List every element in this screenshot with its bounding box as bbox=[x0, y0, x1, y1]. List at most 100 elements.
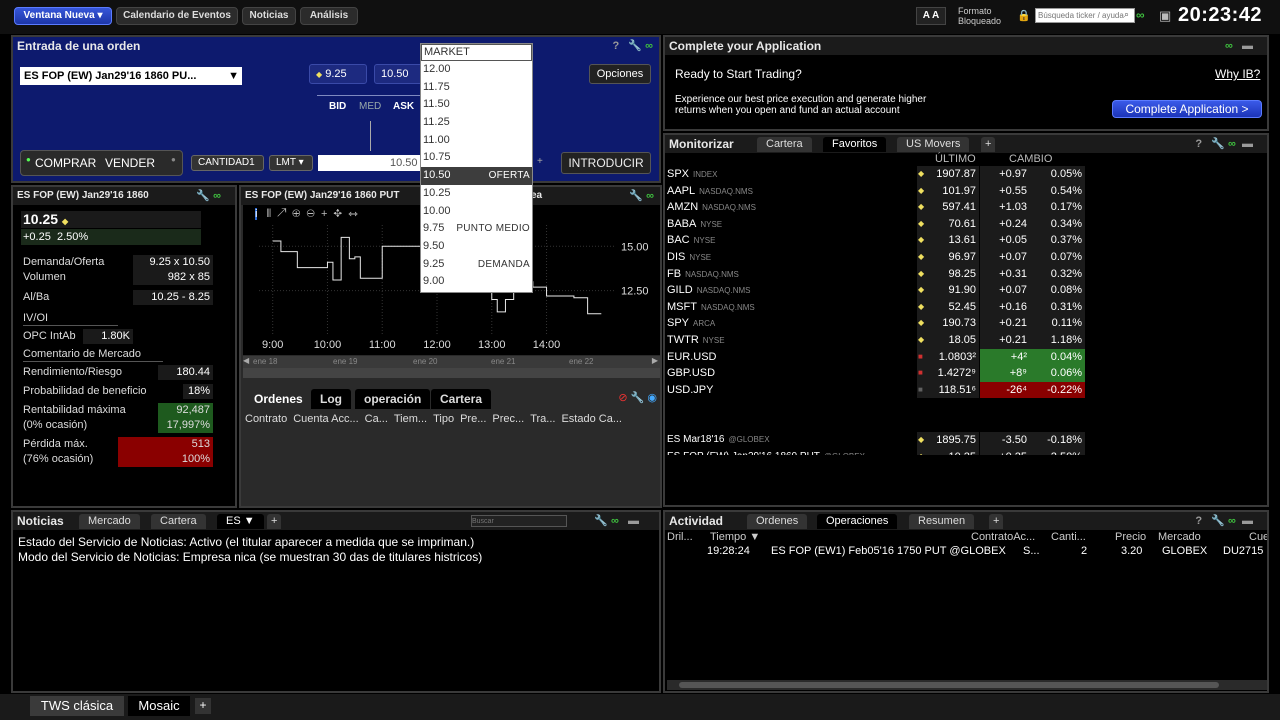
news-button[interactable]: Noticias bbox=[242, 7, 296, 25]
price-option[interactable]: 9.25 DEMANDA bbox=[421, 256, 532, 274]
tab-news-market[interactable]: Mercado bbox=[79, 514, 140, 529]
chart-date-navigator[interactable]: ◀ ene 18 ene 19 ene 20 ene 21 ene 22 ▶ bbox=[243, 356, 660, 368]
nav-left-icon[interactable]: ◀ bbox=[243, 356, 249, 365]
tab-news-portfolio[interactable]: Cartera bbox=[151, 514, 206, 529]
watchlist-row[interactable]: SPY ARCA 190.73 ◆ +0.21 0.11% bbox=[667, 315, 1086, 332]
link-icon[interactable]: ∞ bbox=[1225, 40, 1233, 52]
tab-log[interactable]: Log bbox=[311, 389, 351, 409]
ticker-search-input[interactable] bbox=[1035, 8, 1135, 23]
col-price[interactable]: Precio bbox=[1115, 531, 1146, 543]
price-option[interactable]: 11.50 bbox=[421, 96, 532, 114]
font-size-button[interactable]: A A bbox=[916, 7, 946, 25]
nav-right-icon[interactable]: ▶ bbox=[652, 356, 658, 365]
options-button[interactable]: Opciones bbox=[589, 64, 651, 84]
link-icon[interactable]: ∞ bbox=[646, 190, 654, 202]
col-drill[interactable]: Dril... bbox=[667, 531, 693, 543]
dropdown-market-option[interactable]: MARKET bbox=[421, 44, 532, 61]
price-option[interactable]: 11.00 bbox=[421, 132, 532, 150]
sell-button[interactable]: VENDER bbox=[105, 156, 155, 170]
price-option[interactable]: 11.25 bbox=[421, 114, 532, 132]
tab-activity-trades[interactable]: Operaciones bbox=[817, 514, 898, 529]
price-option[interactable]: 10.00 bbox=[421, 203, 532, 221]
watchlist-row[interactable]: FB NASDAQ.NMS 98.25 ◆ +0.31 0.32% bbox=[667, 265, 1086, 283]
window-tile-icon[interactable]: ▣ bbox=[1159, 8, 1171, 24]
plus-icon[interactable]: + bbox=[537, 156, 543, 167]
tab-portfolio[interactable]: Cartera bbox=[431, 389, 492, 409]
tab-trades[interactable]: operación bbox=[355, 389, 431, 409]
wrench-icon[interactable]: 🔧 bbox=[594, 515, 608, 527]
help-icon[interactable]: ? bbox=[1195, 138, 1202, 150]
tab-us-movers[interactable]: US Movers bbox=[897, 137, 970, 152]
price-option[interactable]: 10.75 bbox=[421, 149, 532, 167]
new-window-button[interactable]: Ventana Nueva ▾ bbox=[14, 7, 112, 25]
link-icon[interactable]: ∞ bbox=[1228, 515, 1236, 527]
help-icon[interactable]: ? bbox=[612, 40, 619, 52]
wrench-icon[interactable]: 🔧 bbox=[1211, 138, 1225, 150]
orders-column[interactable]: Tiem... bbox=[394, 413, 427, 425]
tab-activity-summary[interactable]: Resumen bbox=[909, 514, 975, 529]
price-option[interactable]: 10.25 bbox=[421, 185, 532, 203]
link-icon[interactable]: ∞ bbox=[645, 40, 653, 52]
quantity-field[interactable]: CANTIDAD1 bbox=[191, 155, 264, 171]
tab-favorites[interactable]: Favoritos bbox=[823, 137, 887, 152]
minimize-icon[interactable]: ▬ bbox=[628, 515, 639, 527]
wrench-icon[interactable]: 🔧 bbox=[631, 392, 645, 404]
price-option[interactable]: 12.00 bbox=[421, 61, 532, 79]
wrench-icon[interactable]: 🔧 bbox=[628, 40, 642, 52]
col-time[interactable]: Tiempo ▼ bbox=[710, 531, 760, 543]
wrench-icon[interactable]: 🔧 bbox=[196, 190, 210, 202]
buy-sell-toggle[interactable]: ● COMPRAR VENDER ● bbox=[20, 150, 183, 176]
price-option[interactable]: 9.75 PUNTO MEDIO bbox=[421, 220, 532, 238]
minimize-icon[interactable]: ▬ bbox=[1242, 138, 1253, 150]
watchlist-row[interactable]: BAC NYSE 13.61 ◆ +0.05 0.37% bbox=[667, 232, 1086, 249]
trade-row[interactable]: 19:28:24 ES FOP (EW1) Feb05'16 1750 PUT … bbox=[665, 545, 1267, 560]
bid-price-button[interactable]: ◆ 9.25 bbox=[309, 64, 367, 84]
link-icon[interactable]: ∞ bbox=[611, 515, 619, 527]
watchlist-row[interactable]: ES Mar18'16 @GLOBEX 1895.75 ◆ -3.50 -0.18% bbox=[667, 432, 1086, 449]
add-workspace-icon[interactable]: + bbox=[195, 698, 211, 714]
wrench-icon[interactable]: 🔧 bbox=[1211, 515, 1225, 527]
complete-application-button[interactable]: Complete Application > bbox=[1112, 100, 1262, 118]
scrollbar-thumb[interactable] bbox=[679, 682, 1219, 688]
news-search-input[interactable] bbox=[471, 515, 567, 527]
add-tab-icon[interactable]: + bbox=[267, 514, 282, 529]
link-icon[interactable]: ∞ bbox=[1136, 8, 1145, 22]
tab-activity-orders[interactable]: Ordenes bbox=[747, 514, 808, 529]
col-market[interactable]: Mercado bbox=[1158, 531, 1201, 543]
tab-classic-tws[interactable]: TWS clásica bbox=[30, 696, 124, 716]
orders-column[interactable]: Tipo bbox=[433, 413, 454, 425]
tab-orders[interactable]: Ordenes bbox=[245, 389, 312, 409]
watchlist-row[interactable]: DIS NYSE 96.97 ◆ +0.07 0.07% bbox=[667, 249, 1086, 266]
col-account[interactable]: Cue bbox=[1249, 531, 1267, 543]
price-dropdown[interactable]: MARKET 12.00 11.75 11.50 11.25 11.00 10.75 10.… bbox=[420, 43, 533, 293]
why-ib-link[interactable]: Why IB? bbox=[1215, 67, 1260, 81]
orders-column[interactable]: Pre... bbox=[460, 413, 486, 425]
minimize-icon[interactable]: ▬ bbox=[1242, 515, 1253, 527]
price-option[interactable]: 11.75 bbox=[421, 79, 532, 97]
analysis-button[interactable]: Análisis bbox=[300, 7, 358, 25]
wrench-icon[interactable]: 🔧 bbox=[629, 190, 643, 202]
watchlist-row[interactable]: AMZN NASDAQ.NMS 597.41 ◆ +1.03 0.17% bbox=[667, 199, 1086, 216]
tab-mosaic[interactable]: Mosaic bbox=[128, 696, 190, 716]
add-tab-icon[interactable]: + bbox=[989, 514, 1004, 529]
watchlist-row[interactable]: BABA NYSE 70.61 ◆ +0.24 0.34% bbox=[667, 215, 1086, 233]
price-option[interactable]: 9.00 bbox=[421, 273, 532, 291]
help-icon[interactable]: ? bbox=[1195, 515, 1202, 527]
watchlist-row[interactable]: EUR.USD 1.0803² ■ +4² 0.04% bbox=[667, 348, 1086, 366]
submit-order-button[interactable]: INTRODUCIR bbox=[561, 152, 651, 174]
watchlist-row[interactable]: USD.JPY 118.51⁶ ■ -26⁴ -0.22% bbox=[667, 381, 1086, 399]
orders-column[interactable]: Estado Ca... bbox=[561, 413, 622, 425]
lock-icon[interactable]: 🔒 bbox=[1017, 9, 1031, 22]
ask-price-button[interactable]: 10.50 bbox=[374, 64, 424, 84]
order-type-select[interactable]: LMT ▾ bbox=[269, 155, 313, 171]
globe-icon[interactable]: ◉ bbox=[647, 392, 657, 404]
link-icon[interactable]: ∞ bbox=[213, 190, 221, 202]
activity-scrollbar[interactable] bbox=[667, 680, 1267, 690]
chart-scrollbar[interactable] bbox=[243, 368, 660, 378]
orders-column[interactable]: Tra... bbox=[530, 413, 555, 425]
watchlist-row[interactable]: GBP.USD 1.4272⁹ ■ +8⁹ 0.06% bbox=[667, 365, 1086, 382]
watchlist-row[interactable]: TWTR NYSE 18.05 ◆ +0.21 1.18% bbox=[667, 332, 1086, 349]
col-qty[interactable]: Canti... bbox=[1051, 531, 1086, 543]
search-icon[interactable]: ⌕ bbox=[1124, 9, 1129, 20]
buy-button[interactable]: COMPRAR bbox=[35, 156, 96, 170]
